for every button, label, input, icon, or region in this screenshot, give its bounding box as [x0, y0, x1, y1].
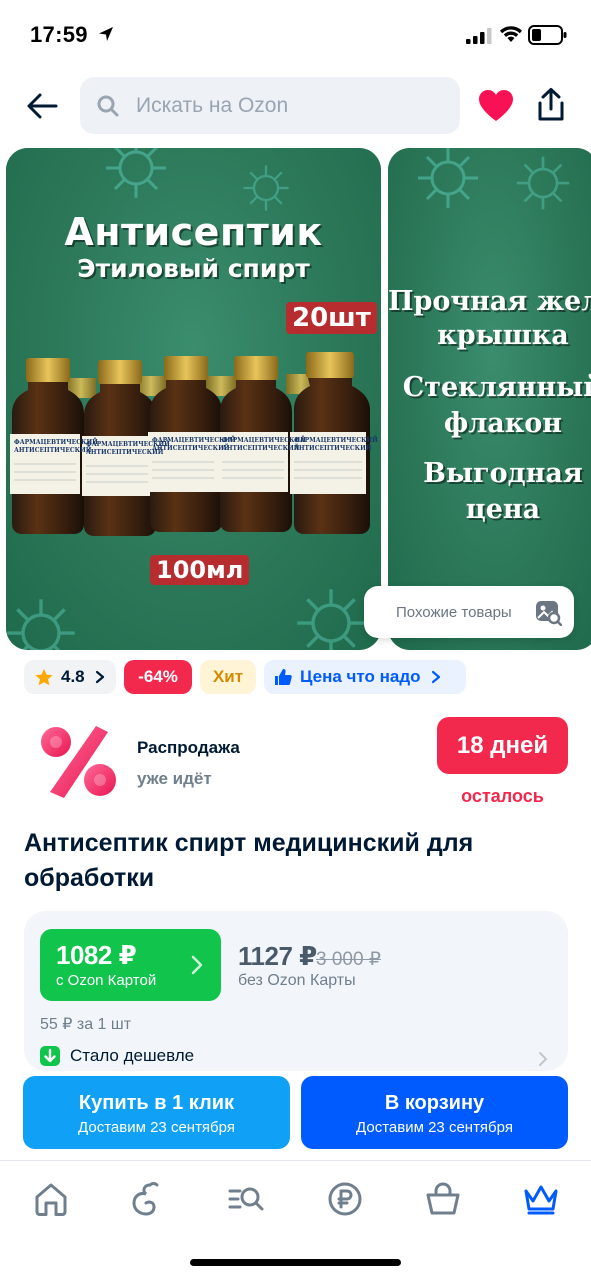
gallery-slide-main[interactable]: Антисептик Этиловый спирт 20шт ФАРМАЦЕВТ…	[6, 148, 381, 650]
price-dropped-row[interactable]: Стало дешевле	[40, 1046, 194, 1066]
svg-text:ФАРМАЦЕВТИЧЕСКИЙ: ФАРМАЦЕВТИЧЕСКИЙ	[294, 436, 378, 444]
svg-text:АНТИСЕПТИЧЕСКИЙ: АНТИСЕПТИЧЕСКИЙ	[152, 444, 230, 452]
sale-subtitle: уже идёт	[137, 769, 212, 788]
buy-one-click-button[interactable]: Купить в 1 клик Доставим 23 сентября	[23, 1076, 290, 1149]
battery-icon	[528, 25, 567, 45]
favorite-heart-icon[interactable]	[478, 89, 514, 123]
sale-remaining-label: осталось	[461, 786, 544, 806]
action-bar: Купить в 1 клик Доставим 23 сентября В к…	[0, 1076, 591, 1160]
virus-decor-icon	[106, 148, 166, 198]
ozon-card-price-button[interactable]: 1082 ₽ с Ozon Картой	[40, 929, 221, 1001]
product-title: Антисептик спирт медицинский для обработ…	[24, 829, 474, 892]
add-to-cart-button[interactable]: В корзину Доставим 23 сентября	[301, 1076, 568, 1149]
price-card: 1082 ₽ с Ozon Картой 1127 ₽ 3 000 ₽ без …	[24, 911, 568, 1071]
regular-price: 1127 ₽	[238, 941, 317, 971]
top-bar: Искать на Ozon	[0, 77, 591, 135]
old-price: 3 000 ₽	[316, 949, 381, 970]
chevron-right-icon	[191, 955, 203, 975]
bottom-navigation	[0, 1160, 591, 1280]
add-to-cart-label: В корзину	[384, 1092, 485, 1114]
svg-text:АНТИСЕПТИЧЕСКИЙ: АНТИСЕПТИЧЕСКИЙ	[294, 444, 372, 452]
hit-badge: Хит	[200, 660, 256, 694]
volume-tag: 100мл	[150, 555, 250, 585]
cart-delivery-date: Доставим 23 сентября	[356, 1119, 513, 1136]
wifi-icon	[500, 26, 522, 42]
good-price-label: Цена что надо	[300, 667, 421, 686]
search-input[interactable]: Искать на Ozon	[80, 77, 460, 134]
virus-decor-icon	[243, 165, 289, 211]
regular-price-caption: без Ozon Карты	[238, 972, 356, 989]
status-time: 17:59	[30, 22, 88, 47]
chevron-right-icon	[539, 1052, 548, 1066]
good-price-badge[interactable]: Цена что надо	[264, 660, 466, 694]
thumbs-up-icon	[275, 669, 292, 685]
slide-feature-text: Прочная желез	[388, 286, 591, 317]
slide-feature-text: цена	[465, 494, 541, 525]
ozon-card-caption: с Ozon Картой	[56, 972, 157, 989]
virus-decor-icon	[297, 589, 365, 650]
home-indicator	[190, 1259, 401, 1266]
bottles-image: ФАРМАЦЕВТИЧЕСКИЙАНТИСЕПТИЧЕСКИЙ ФАРМАЦЕВ…	[10, 352, 378, 536]
ozon-bank-icon[interactable]	[325, 1179, 365, 1219]
similar-products-button[interactable]: Похожие товары	[364, 586, 574, 638]
percent-icon	[41, 726, 116, 798]
badges-row: 4.8 -64% Хит Цена что надо	[24, 660, 466, 694]
ozon-card-price: 1082 ₽	[56, 940, 137, 970]
virus-decor-icon	[418, 148, 478, 208]
star-icon	[35, 668, 53, 685]
image-search-icon	[536, 601, 562, 626]
sale-title: Распродажа	[137, 738, 240, 757]
slide-title: Антисептик	[64, 210, 323, 254]
virus-decor-icon	[7, 599, 75, 650]
cellular-signal-icon	[466, 28, 492, 44]
fresh-icon[interactable]	[128, 1179, 168, 1219]
similar-products-label: Похожие товары	[396, 603, 512, 621]
gallery-slide-2[interactable]: Прочная желез крышка Стеклянный флакон В…	[388, 148, 591, 650]
slide-subtitle: Этиловый спирт	[77, 254, 310, 283]
buy-delivery-date: Доставим 23 сентября	[78, 1119, 235, 1136]
sale-banner[interactable]: Распродажа уже идёт 18 дней осталось	[24, 716, 568, 808]
location-arrow-icon	[99, 27, 113, 41]
premium-icon[interactable]	[521, 1179, 561, 1219]
chevron-right-icon	[431, 670, 440, 684]
cart-icon[interactable]	[423, 1179, 463, 1219]
buy-one-click-label: Купить в 1 клик	[78, 1092, 235, 1114]
price-dropped-label: Стало дешевле	[70, 1046, 195, 1065]
arrow-down-icon	[40, 1046, 60, 1066]
slide-feature-text: флакон	[443, 408, 563, 439]
slide-feature-text: Стеклянный	[402, 372, 591, 403]
sale-days-badge: 18 дней	[437, 717, 568, 774]
arrow-left-icon	[27, 93, 58, 119]
home-icon[interactable]	[31, 1179, 71, 1219]
share-icon[interactable]	[534, 87, 568, 123]
chevron-right-icon	[95, 670, 104, 684]
rating-value: 4.8	[61, 667, 85, 686]
price-per-unit: 55 ₽ за 1 шт	[40, 1016, 132, 1033]
back-button[interactable]	[24, 88, 60, 124]
svg-text:АНТИСЕПТИЧЕСКИЙ: АНТИСЕПТИЧЕСКИЙ	[222, 444, 300, 452]
slide-feature-text: крышка	[437, 320, 569, 351]
product-gallery[interactable]: Антисептик Этиловый спирт 20шт ФАРМАЦЕВТ…	[0, 148, 591, 650]
status-bar: 17:59	[0, 0, 591, 72]
catalog-icon[interactable]	[226, 1179, 266, 1219]
rating-badge[interactable]: 4.8	[24, 660, 116, 694]
search-icon	[97, 95, 119, 116]
svg-text:АНТИСЕПТИЧЕСКИЙ: АНТИСЕПТИЧЕСКИЙ	[14, 446, 92, 454]
virus-decor-icon	[516, 156, 570, 210]
discount-badge: -64%	[124, 660, 192, 694]
search-placeholder: Искать на Ozon	[136, 93, 289, 117]
count-tag: 20шт	[286, 302, 377, 334]
slide-feature-text: Выгодная	[423, 458, 583, 489]
